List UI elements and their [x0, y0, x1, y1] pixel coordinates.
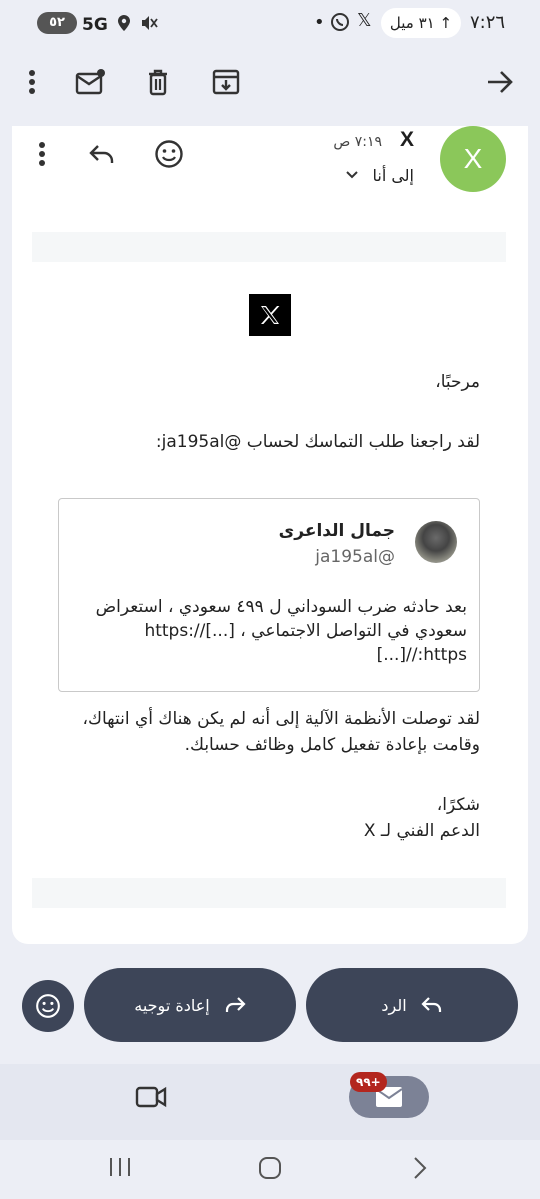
battery-indicator: ٥٢ [37, 12, 77, 34]
x-logo-icon [261, 306, 280, 324]
thanks-text: شكرًا، [436, 795, 480, 815]
whatsapp-icon [331, 13, 349, 31]
review-line: لقد راجعنا طلب التماسك لحساب @ja195al: [155, 432, 480, 452]
tweet-author-avatar [415, 521, 457, 563]
x-logo [249, 294, 291, 336]
tweet-author-name: جمال الداعرى [278, 521, 395, 541]
meet-video-icon[interactable] [134, 1084, 168, 1114]
location-icon [117, 15, 130, 31]
reply-icon[interactable] [84, 136, 120, 172]
back-arrow-icon[interactable] [482, 64, 518, 100]
network-type: 5G [82, 15, 108, 35]
status-pill-text: ٣١ ميل [389, 14, 435, 32]
recents-icon[interactable] [108, 1156, 132, 1178]
x-notification-icon: 𝕏 [357, 10, 372, 31]
forward-icon [225, 997, 246, 1012]
message-card: X X ٧:١٩ ص إلى أنا مرحبًا، لقد راجعنا طل… [12, 126, 528, 944]
result-text: لقد توصلت الأنظمة الآلية إلى أنه لم يكن … [82, 709, 481, 755]
forward-button[interactable]: إعادة توجيه [84, 968, 296, 1042]
chevron-down-icon[interactable] [344, 166, 360, 182]
battery-level: ٥٢ [49, 15, 65, 30]
sender-name[interactable]: X [400, 128, 414, 152]
signoff: شكرًا، الدعم الفني لـ X [364, 792, 480, 844]
more-vert-icon[interactable] [14, 64, 50, 100]
toolbar [0, 50, 540, 116]
arrow-up-icon: ↑ [439, 14, 453, 32]
mark-unread-icon[interactable] [72, 64, 108, 100]
reply-button[interactable]: الرد [306, 968, 518, 1042]
tweet-author-handle: ja195al@ [315, 547, 395, 567]
signature-text: الدعم الفني لـ X [363, 821, 480, 841]
reply-label: الرد [381, 995, 407, 1015]
tweet-text: بعد حادثه ضرب السوداني ل ٤٩٩ سعودي ، است… [95, 597, 467, 665]
message-time: ٧:١٩ ص [333, 134, 382, 150]
archive-icon[interactable] [208, 64, 244, 100]
status-pill: ٣١ ميل ↑ [381, 8, 461, 38]
quoted-tweet[interactable]: جمال الداعرى ja195al@ بعد حادثه ضرب السو… [58, 498, 480, 692]
greeting: مرحبًا، [435, 372, 480, 392]
notification-dot: • [314, 12, 325, 33]
emoji-reaction-icon[interactable] [151, 136, 187, 172]
bottom-navigation: ٩٩+ [0, 1064, 540, 1140]
unread-badge: ٩٩+ [350, 1072, 387, 1092]
email-body-frame: مرحبًا، لقد راجعنا طلب التماسك لحساب @ja… [32, 232, 506, 908]
clock: ٧:٢٦ [470, 12, 506, 33]
signal-icons: 5G [82, 14, 158, 35]
status-bar: ٥٢ 5G • 𝕏 ٣١ ميل ↑ ٧:٢٦ [0, 0, 540, 46]
back-nav-icon[interactable] [412, 1156, 428, 1180]
forward-label: إعادة توجيه [134, 995, 210, 1015]
mute-icon [141, 16, 158, 30]
sender-avatar[interactable]: X [440, 126, 506, 192]
delete-icon[interactable] [140, 64, 176, 100]
emoji-react-button[interactable] [22, 980, 74, 1032]
more-vert-icon[interactable] [24, 136, 60, 172]
home-icon[interactable] [258, 1156, 282, 1180]
email-body: مرحبًا، لقد راجعنا طلب التماسك لحساب @ja… [32, 262, 506, 878]
recipient-label[interactable]: إلى أنا [372, 166, 414, 185]
reply-icon [421, 997, 441, 1012]
smile-icon [36, 994, 60, 1018]
system-navigation [0, 1140, 540, 1199]
